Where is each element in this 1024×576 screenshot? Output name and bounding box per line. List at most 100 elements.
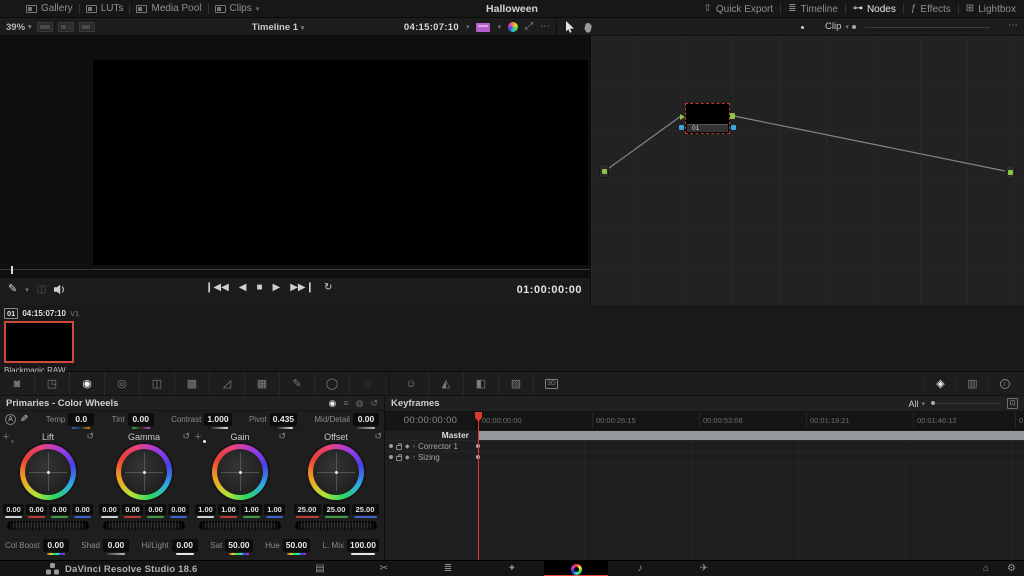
lift-reset-icon[interactable]: ↺ xyxy=(82,431,94,442)
keyframes-playhead[interactable] xyxy=(478,412,479,560)
track-row-master[interactable]: Master xyxy=(385,430,1024,441)
page-tab-cut[interactable]: ✂ xyxy=(352,561,416,576)
offset-reset-icon[interactable]: ↺ xyxy=(370,431,382,442)
clip-thumbnail[interactable] xyxy=(4,321,74,363)
hue-field[interactable]: 50.00 xyxy=(283,539,310,552)
page-tab-edit[interactable]: ≣ xyxy=(416,561,480,576)
info-icon[interactable]: i xyxy=(988,379,1020,389)
viewer-options-icon[interactable]: ⋯ xyxy=(540,22,550,32)
pivot-field[interactable]: 0.435 xyxy=(270,413,297,426)
clips-button[interactable]: Clips▾ xyxy=(215,3,260,14)
chevron-down-icon[interactable]: ▾ xyxy=(497,23,501,31)
l-mix-field[interactable]: 100.00 xyxy=(347,539,379,552)
shad-field[interactable]: 0.00 xyxy=(103,539,129,552)
go-to-first-frame-icon[interactable]: ❙◀◀ xyxy=(205,282,229,293)
gamma-blue-value[interactable]: 0.00 xyxy=(168,504,189,515)
page-tab-fusion[interactable]: ✦ xyxy=(480,561,544,576)
gamma-wheel[interactable] xyxy=(116,444,172,500)
go-to-last-frame-icon[interactable]: ▶▶❙ xyxy=(290,282,314,293)
clip-color-icon[interactable] xyxy=(476,23,490,32)
master-clip-bar[interactable] xyxy=(478,431,1024,440)
gain-crosshair-icon[interactable]: ＋ xyxy=(194,431,206,442)
page-tab-color[interactable] xyxy=(544,561,608,576)
pointer-tool-icon[interactable] xyxy=(565,21,575,33)
lock-icon[interactable] xyxy=(396,445,402,450)
offset-master-dial[interactable] xyxy=(295,521,377,530)
source-node[interactable] xyxy=(599,164,609,178)
gamma-master-value[interactable]: 0.00 xyxy=(99,504,120,515)
audio-mute-icon[interactable] xyxy=(54,284,67,295)
gamma-master-dial[interactable] xyxy=(103,521,185,530)
rgb-mixer-icon[interactable]: ◫ xyxy=(140,372,175,395)
offset-wheel[interactable] xyxy=(308,444,364,500)
primaries-reset-icon[interactable]: ↺ xyxy=(370,398,378,409)
project-settings-icon[interactable]: ⚙ xyxy=(1007,564,1016,574)
stop-icon[interactable]: ■ xyxy=(256,282,262,293)
sat-field[interactable]: 50.00 xyxy=(225,539,252,552)
loop-icon[interactable]: ↻ xyxy=(324,282,332,293)
mid-detail-field[interactable]: 0.00 xyxy=(353,413,379,426)
expand-viewer-icon[interactable]: ⤢ xyxy=(525,22,533,32)
keyframes-filter-dropdown[interactable]: All▾ xyxy=(908,399,925,409)
qualifier-icon[interactable]: ✎ xyxy=(280,372,315,395)
stereo-icon[interactable]: ▨ xyxy=(499,372,534,395)
page-tab-deliver[interactable]: ✈ xyxy=(672,561,736,576)
node-key-output-port[interactable] xyxy=(731,125,736,130)
lightbox-button[interactable]: ⊞Lightbox xyxy=(966,4,1016,15)
hdr-wheels-icon[interactable]: ◎ xyxy=(105,372,140,395)
track-row-sizing[interactable]: ◆ › Sizing xyxy=(385,452,1024,463)
grade-preview-icon[interactable] xyxy=(508,22,518,32)
node-zoom-handle[interactable] xyxy=(852,25,856,29)
media-pool-button[interactable]: Media Pool xyxy=(136,3,201,14)
chevron-right-icon[interactable]: › xyxy=(413,454,415,461)
blur-icon[interactable]: ◌ xyxy=(350,372,385,395)
gain-blue-value[interactable]: 1.00 xyxy=(264,504,285,515)
color-wheels-icon[interactable]: ◉ xyxy=(70,372,105,395)
chevron-down-icon[interactable]: ▾ xyxy=(25,286,29,294)
output-node[interactable] xyxy=(1005,165,1015,179)
timeline-view-button[interactable]: ≣Timeline xyxy=(788,4,838,15)
temp-field[interactable]: 0.0 xyxy=(68,413,94,426)
hand-tool-icon[interactable] xyxy=(583,22,594,33)
image-wipe-icon[interactable]: ◫ xyxy=(37,285,46,295)
play-icon[interactable]: ▶ xyxy=(273,282,281,293)
node-rgb-output-port[interactable] xyxy=(730,113,735,119)
scrub-playhead[interactable] xyxy=(11,266,13,274)
viewer-video[interactable] xyxy=(93,60,588,265)
lift-wheel[interactable] xyxy=(20,444,76,500)
gain-reset-icon[interactable]: ↺ xyxy=(274,431,286,442)
gain-red-value[interactable]: 1.00 xyxy=(218,504,239,515)
wheels-view-icon[interactable]: ◉ xyxy=(328,398,336,409)
keyframes-expand-icon[interactable]: ⊡ xyxy=(1007,398,1018,409)
key-icon[interactable]: ◧ xyxy=(464,372,499,395)
window-icon[interactable]: ◯ xyxy=(315,372,350,395)
corrector-node[interactable]: 01 xyxy=(685,103,730,134)
keyframes-zoom-slider[interactable] xyxy=(931,403,1001,404)
tracker-icon[interactable]: ☺ xyxy=(394,372,429,395)
page-tab-fairlight[interactable]: ♪ xyxy=(608,561,672,576)
contrast-field[interactable]: 1.000 xyxy=(204,413,231,426)
node-rgb-input-port[interactable] xyxy=(680,114,685,120)
lift-crosshair-icon[interactable]: ＋ xyxy=(2,431,14,442)
magic-mask-icon[interactable]: ◭ xyxy=(429,372,464,395)
clip-card[interactable]: 01 04:15:07:10 V1 Blackmagic RAW xyxy=(4,307,84,375)
log-view-icon[interactable]: ◍ xyxy=(356,398,364,409)
gain-green-value[interactable]: 1.00 xyxy=(241,504,262,515)
chevron-right-icon[interactable]: › xyxy=(413,443,415,450)
tint-field[interactable]: 0.00 xyxy=(128,413,154,426)
lift-master-value[interactable]: 0.00 xyxy=(3,504,24,515)
node-graph[interactable]: 01 xyxy=(590,36,1024,305)
col-boost-field[interactable]: 0.00 xyxy=(43,539,69,552)
step-back-icon[interactable]: ◀ xyxy=(239,282,247,293)
timecode-dropdown-icon[interactable]: ▾ xyxy=(466,23,470,31)
white-balance-picker-icon[interactable]: ✎ xyxy=(20,414,28,425)
lift-master-dial[interactable] xyxy=(7,521,89,530)
luts-button[interactable]: LUTs xyxy=(86,3,124,14)
node-key-input-port[interactable] xyxy=(679,125,684,130)
sizing-icon[interactable]: ◳ xyxy=(35,372,70,395)
lift-blue-value[interactable]: 0.00 xyxy=(72,504,93,515)
nodes-view-button[interactable]: ⊶Nodes xyxy=(853,4,896,15)
camera-raw-icon[interactable]: ◙ xyxy=(0,372,35,395)
quick-export-button[interactable]: ⇧Quick Export xyxy=(703,4,773,15)
gain-wheel[interactable] xyxy=(212,444,268,500)
